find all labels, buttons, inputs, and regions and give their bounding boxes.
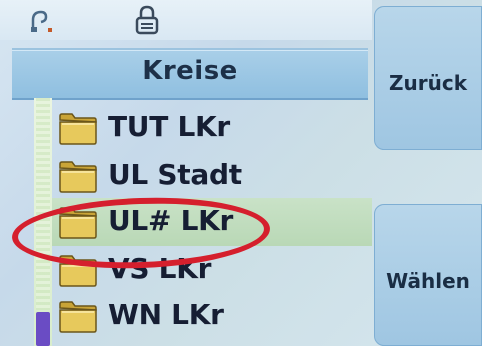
scroll-track bbox=[36, 98, 50, 310]
page-title: Kreise bbox=[142, 56, 238, 86]
folder-icon bbox=[59, 161, 97, 193]
list-item-label: TUT LKr bbox=[108, 110, 230, 143]
scroll-thumb[interactable] bbox=[36, 312, 50, 346]
list-item-label: UL Stadt bbox=[108, 158, 242, 191]
list-item-tut-lkr[interactable]: TUT LKr bbox=[52, 104, 372, 152]
folder-icon bbox=[59, 113, 97, 145]
list-item-ul-stadt[interactable]: UL Stadt bbox=[52, 152, 372, 200]
list-item-wn-lkr[interactable]: WN LKr bbox=[52, 292, 372, 340]
select-button-label: Wählen bbox=[386, 269, 470, 293]
back-button-label: Zurück bbox=[389, 71, 467, 95]
status-bar bbox=[0, 0, 372, 40]
list-item-label: WN LKr bbox=[108, 298, 224, 331]
phone-screen: Kreise TUT LKr UL Stadt UL# LKr VS LKr W… bbox=[0, 0, 482, 346]
lock-icon bbox=[135, 5, 159, 35]
back-button[interactable]: Zurück bbox=[374, 6, 482, 150]
folder-icon bbox=[59, 301, 97, 333]
signal-icon bbox=[31, 10, 52, 32]
select-button[interactable]: Wählen bbox=[374, 204, 482, 346]
list-header: Kreise bbox=[12, 48, 368, 100]
